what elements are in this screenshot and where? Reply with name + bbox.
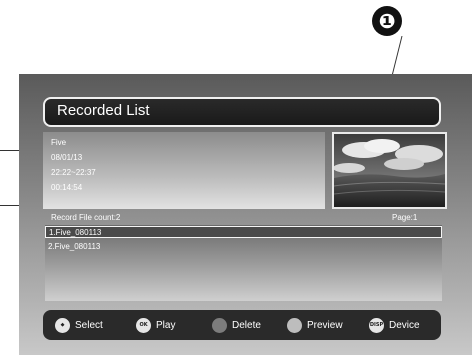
recorded-file-list: 1.Five_080113 2.Five_080113: [45, 225, 442, 301]
recording-date: 08/01/13: [51, 153, 83, 162]
recording-duration: 00:14:54: [51, 183, 83, 192]
recording-info-panel: Five 08/01/13 22:22~22:37 00:14:54: [43, 132, 325, 209]
page-title: Recorded List: [57, 102, 150, 119]
record-file-count: Record File count:2: [51, 213, 121, 222]
title-bar: Recorded List: [43, 97, 441, 127]
hint-delete-label: Delete: [232, 319, 261, 331]
hint-preview-label: Preview: [307, 319, 343, 331]
light-grey-button-icon: [287, 317, 302, 333]
hint-delete: Delete: [212, 317, 261, 333]
landscape-preview-image: [334, 134, 445, 207]
hint-play: OK Play: [136, 317, 175, 333]
ok-button-icon: OK: [136, 317, 151, 333]
tv-screen: Recorded List Five 08/01/13 22:22~22:37 …: [19, 74, 472, 355]
hint-play-label: Play: [156, 319, 176, 331]
hint-select-label: Select: [75, 319, 103, 331]
grey-button-icon: [212, 317, 227, 333]
select-arrows-icon: ◆: [55, 317, 70, 333]
page-indicator: Page:1: [392, 213, 418, 222]
hint-select: ◆ Select: [55, 317, 103, 333]
list-item[interactable]: 1.Five_080113: [45, 226, 442, 238]
hint-device-label: Device: [389, 319, 420, 331]
preview-thumbnail: [332, 132, 447, 209]
hint-device: DISP Device: [369, 317, 420, 333]
callout-number-badge: ❶: [372, 6, 402, 36]
disp-button-icon: DISP: [369, 317, 384, 333]
list-item[interactable]: 2.Five_080113: [45, 241, 440, 253]
recording-time-range: 22:22~22:37: [51, 168, 96, 177]
hint-preview: Preview: [287, 317, 343, 333]
button-hint-bar: ◆ Select OK Play Delete Preview DISP Dev…: [43, 310, 441, 340]
recording-name: Five: [51, 138, 67, 147]
